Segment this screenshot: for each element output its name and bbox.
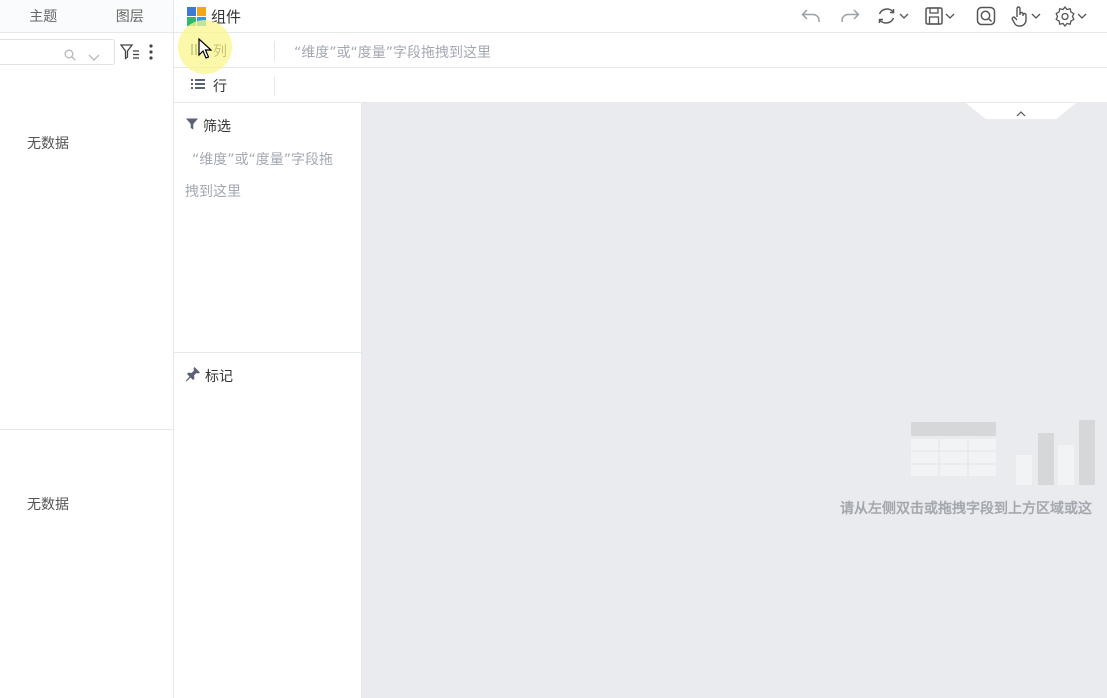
empty-state-top: 无数据 (27, 136, 69, 152)
filter-title: 筛选 (203, 119, 231, 135)
interaction-icon (1010, 5, 1030, 27)
undo-icon (800, 6, 822, 26)
divider (0, 429, 173, 430)
chart-canvas[interactable]: 请从左侧双击或拖拽字段到上方区域或这 (362, 103, 1107, 698)
chevron-up-icon (1016, 104, 1026, 117)
rows-icon (190, 76, 206, 96)
empty-state-bottom: 无数据 (27, 497, 69, 513)
settings-button[interactable] (1054, 5, 1088, 27)
redo-icon (839, 6, 861, 26)
left-search-row (0, 33, 173, 69)
divider (174, 352, 361, 353)
undo-button[interactable] (800, 5, 822, 27)
chevron-down-icon (1076, 11, 1088, 21)
settings-icon (1054, 5, 1076, 27)
funnel-icon (185, 117, 199, 135)
save-button[interactable] (924, 5, 956, 27)
tab-layers[interactable]: 图层 (87, 0, 174, 32)
left-panel: 主题 图层 无数据 无数据 (0, 0, 174, 698)
columns-drop-hint: “维度”或“度量”字段拖拽到这里 (294, 45, 492, 61)
top-toolbar: 组件 (174, 0, 1107, 33)
interaction-button[interactable] (1010, 5, 1042, 27)
preview-icon (975, 6, 997, 26)
chevron-down-icon (944, 11, 956, 21)
tab-theme[interactable]: 主题 (0, 0, 87, 32)
more-vertical-icon[interactable] (146, 43, 156, 61)
app-window: 主题 图层 无数据 无数据 组件 “维度”或“度量”字段拖拽到这里 行 筛选 “… (0, 0, 1107, 698)
shelf-separator (274, 41, 275, 61)
refresh-icon (876, 6, 898, 26)
columns-shelf[interactable]: 列 “维度”或“度量”字段拖拽到这里 (174, 33, 1107, 68)
mouse-cursor-icon (198, 37, 213, 60)
filter-header: 筛选 (185, 116, 231, 136)
empty-canvas-message: 请从左侧双击或拖拽字段到上方区域或这 (840, 501, 1092, 517)
refresh-button[interactable] (876, 5, 910, 27)
mark-header: 标记 (185, 366, 233, 386)
shelf-separator (274, 76, 275, 96)
redo-button[interactable] (839, 5, 861, 27)
chevron-down-icon (1030, 11, 1042, 21)
left-tabs: 主题 图层 (0, 0, 173, 33)
empty-chart-illustration (911, 415, 1101, 494)
filter-drop-zone[interactable]: “维度”或“度量”字段拖拽到这里 (185, 144, 345, 208)
rows-shelf-label: 行 (190, 76, 227, 96)
filter-mark-panel: 筛选 “维度”或“度量”字段拖拽到这里 标记 (174, 103, 362, 698)
rows-shelf[interactable]: 行 (174, 68, 1107, 103)
chevron-down-icon (898, 11, 910, 21)
search-input[interactable] (0, 39, 115, 65)
preview-button[interactable] (975, 5, 997, 27)
collapse-toggle[interactable] (966, 103, 1076, 119)
rows-label: 行 (213, 79, 227, 95)
save-icon (924, 6, 944, 26)
pin-icon (185, 366, 201, 386)
mark-title: 标记 (205, 369, 233, 385)
filter-list-icon[interactable] (119, 43, 140, 61)
search-icon (64, 46, 76, 61)
chevron-down-icon[interactable] (88, 47, 100, 61)
